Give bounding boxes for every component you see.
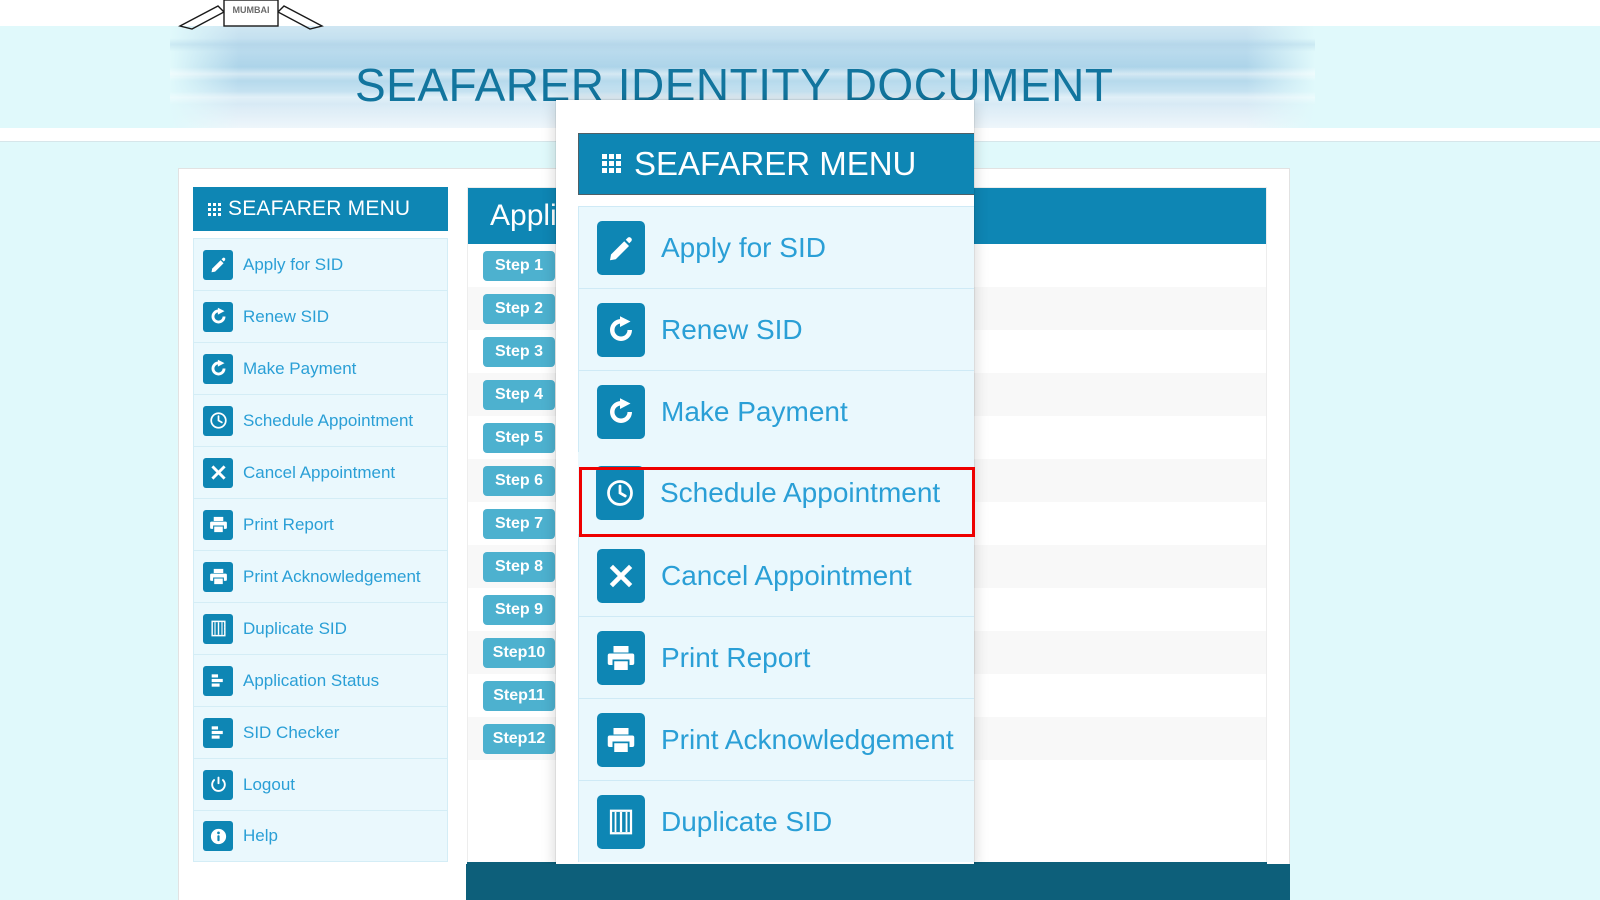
printer-icon — [203, 562, 233, 592]
sidebar-item-renew-sid[interactable]: Renew SID — [193, 290, 448, 342]
sidebar-item-label: SID Checker — [243, 723, 339, 743]
sidebar-item-print-acknowledgement[interactable]: Print Acknowledgement — [193, 550, 448, 602]
refresh-icon — [203, 354, 233, 384]
overlay-item-label: Cancel Appointment — [661, 560, 912, 592]
mumbai-emblem-logo: MUMBAI — [178, 0, 324, 34]
list-bars-icon — [203, 666, 233, 696]
clock-icon — [203, 406, 233, 436]
sidebar-header-label: SEAFARER MENU — [228, 197, 410, 221]
pencil-icon — [597, 221, 645, 275]
cross-icon — [597, 549, 645, 603]
page-footer-bar — [466, 864, 1290, 900]
step-badge[interactable]: Step 8 — [483, 552, 555, 582]
book-icon — [597, 795, 645, 849]
grid-icon — [207, 200, 226, 219]
sidebar-item-schedule-appointment[interactable]: Schedule Appointment — [193, 394, 448, 446]
info-icon — [203, 821, 233, 851]
overlay-item-schedule-appointment[interactable]: Schedule Appointment — [578, 452, 974, 534]
list-bars-icon — [203, 718, 233, 748]
step-badge[interactable]: Step11 — [483, 681, 555, 711]
step-badge[interactable]: Step 6 — [483, 466, 555, 496]
sidebar-item-logout[interactable]: Logout — [193, 758, 448, 810]
overlay-item-print-report[interactable]: Print Report — [578, 616, 974, 698]
sidebar-item-label: Application Status — [243, 671, 379, 691]
sidebar-item-label: Logout — [243, 775, 295, 795]
clock-icon — [596, 466, 644, 520]
logo-text: MUMBAI — [233, 5, 270, 15]
sidebar-item-label: Renew SID — [243, 307, 329, 327]
overlay-item-make-payment[interactable]: Make Payment — [578, 370, 974, 452]
sidebar-item-duplicate-sid[interactable]: Duplicate SID — [193, 602, 448, 654]
overlay-item-print-acknowledgement[interactable]: Print Acknowledgement — [578, 698, 974, 780]
printer-icon — [597, 631, 645, 685]
sidebar-item-label: Cancel Appointment — [243, 463, 395, 483]
sidebar-item-label: Print Acknowledgement — [243, 567, 421, 587]
sidebar-item-label: Duplicate SID — [243, 619, 347, 639]
sidebar-item-label: Schedule Appointment — [243, 411, 413, 431]
step-badge[interactable]: Step 1 — [483, 251, 555, 281]
overlay-item-label: Duplicate SID — [661, 806, 832, 838]
sidebar-item-print-report[interactable]: Print Report — [193, 498, 448, 550]
grid-icon — [601, 149, 631, 179]
printer-icon — [597, 713, 645, 767]
sidebar-item-label: Print Report — [243, 515, 334, 535]
step-badge[interactable]: Step 9 — [483, 595, 555, 625]
step-badge[interactable]: Step 2 — [483, 294, 555, 324]
overlay-header-label: SEAFARER MENU — [634, 145, 916, 183]
seafarer-menu-sidebar: SEAFARER MENU Apply for SID Renew SID Make… — [193, 187, 448, 862]
magnified-seafarer-menu-overlay: SEAFARER MENU Apply for SID Renew SID Make… — [556, 100, 974, 870]
overlay-item-renew-sid[interactable]: Renew SID — [578, 288, 974, 370]
step-badge[interactable]: Step 3 — [483, 337, 555, 367]
sidebar-item-apply-for-sid[interactable]: Apply for SID — [193, 238, 448, 290]
overlay-item-cancel-appointment[interactable]: Cancel Appointment — [578, 534, 974, 616]
overlay-item-label: Renew SID — [661, 314, 803, 346]
overlay-item-duplicate-sid[interactable]: Duplicate SID — [578, 780, 974, 862]
step-badge[interactable]: Step12 — [483, 724, 555, 754]
refresh-icon — [597, 303, 645, 357]
power-icon — [203, 770, 233, 800]
overlay-item-label: Schedule Appointment — [660, 477, 940, 509]
refresh-icon — [597, 385, 645, 439]
overlay-item-label: Print Report — [661, 642, 810, 674]
step-badge[interactable]: Step10 — [483, 638, 555, 668]
step-badge[interactable]: Step 4 — [483, 380, 555, 410]
sidebar-item-label: Apply for SID — [243, 255, 343, 275]
overlay-item-label: Print Acknowledgement — [661, 724, 954, 756]
printer-icon — [203, 510, 233, 540]
sidebar-item-label: Help — [243, 826, 278, 846]
sidebar-item-help[interactable]: Help — [193, 810, 448, 862]
sidebar-item-application-status[interactable]: Application Status — [193, 654, 448, 706]
sidebar-item-cancel-appointment[interactable]: Cancel Appointment — [193, 446, 448, 498]
pencil-icon — [203, 250, 233, 280]
step-badge[interactable]: Step 7 — [483, 509, 555, 539]
overlay-item-apply-for-sid[interactable]: Apply for SID — [578, 206, 974, 288]
overlay-item-list: Apply for SID Renew SID Make Payment Schedu… — [578, 206, 974, 862]
page-root: SEAFARER IDENTITY DOCUMENT MUMBAI — [0, 0, 1600, 900]
overlay-header: SEAFARER MENU — [578, 133, 974, 195]
overlay-item-label: Apply for SID — [661, 232, 826, 264]
sidebar-item-label: Make Payment — [243, 359, 356, 379]
sidebar-item-list: Apply for SID Renew SID Make Payment Schedu… — [193, 238, 448, 862]
step-badge[interactable]: Step 5 — [483, 423, 555, 453]
refresh-icon — [203, 302, 233, 332]
overlay-item-label: Make Payment — [661, 396, 848, 428]
sidebar-item-make-payment[interactable]: Make Payment — [193, 342, 448, 394]
book-icon — [203, 614, 233, 644]
sidebar-item-sid-checker[interactable]: SID Checker — [193, 706, 448, 758]
cross-icon — [203, 458, 233, 488]
sidebar-header: SEAFARER MENU — [193, 187, 448, 231]
